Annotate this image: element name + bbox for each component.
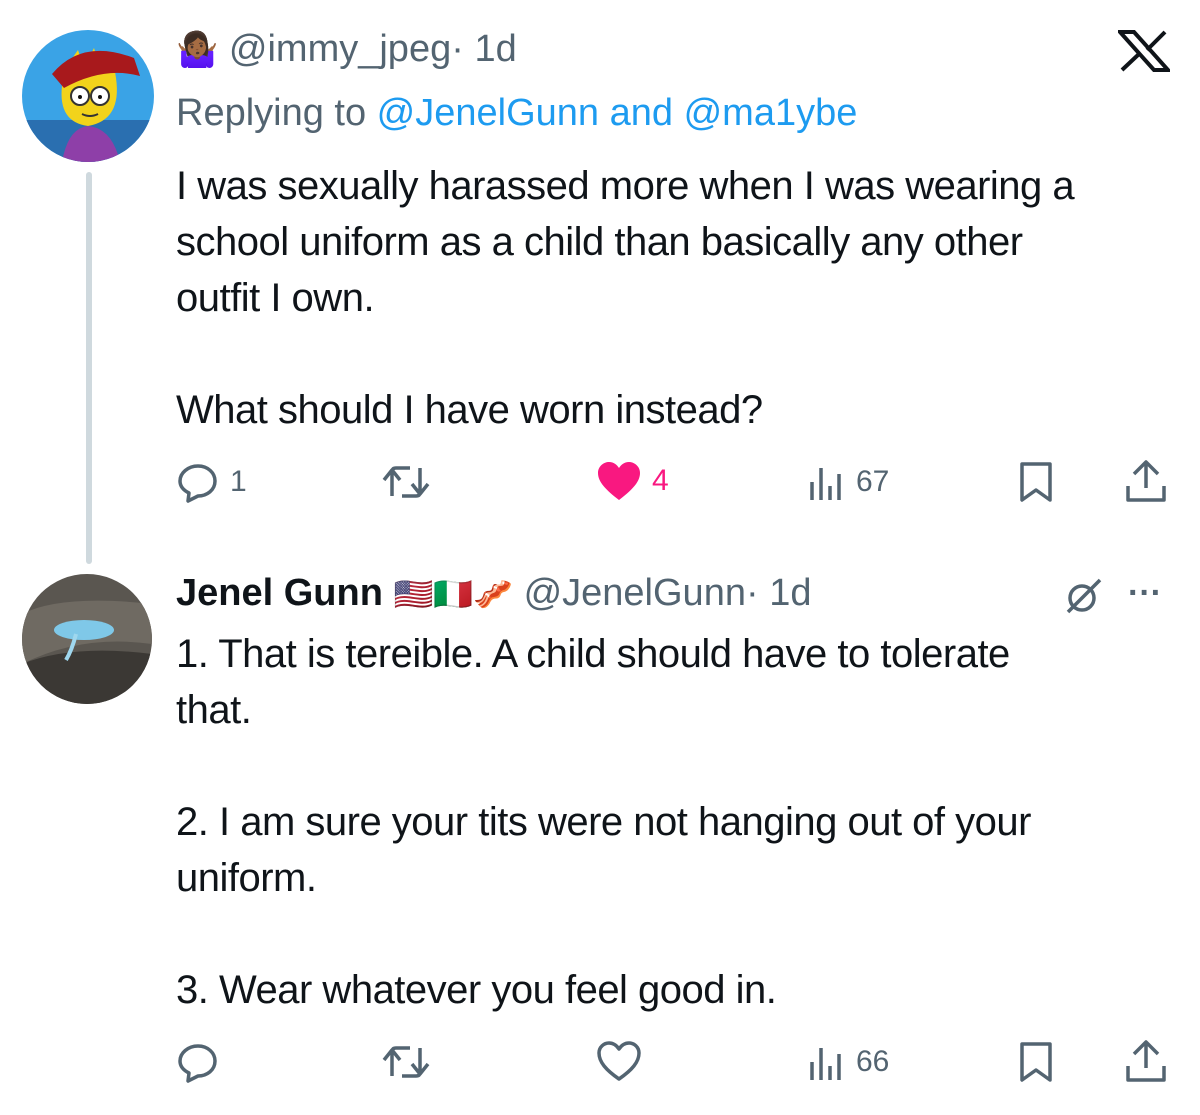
tweet2-text-line: 1. That is tereible. A child should have… bbox=[176, 632, 1010, 676]
views-button[interactable]: 67 bbox=[806, 462, 889, 502]
avatar-immy[interactable] bbox=[22, 30, 154, 162]
retweet-icon bbox=[382, 1046, 430, 1078]
tweet2-text-line: 2. I am sure your tits were not hanging … bbox=[176, 800, 1031, 844]
views-icon bbox=[810, 1048, 841, 1080]
share-icon bbox=[1126, 460, 1166, 502]
views-icon bbox=[810, 468, 841, 500]
tweet2-text-line: 3. Wear whatever you feel good in. bbox=[176, 968, 777, 1012]
share-icon bbox=[1126, 1040, 1166, 1082]
bookmark-button[interactable] bbox=[1016, 1040, 1056, 1084]
tweet2-author-name[interactable]: Jenel Gunn bbox=[176, 572, 383, 614]
tweet2-text-line: that. bbox=[176, 688, 252, 732]
tweet2-text-line: uniform. bbox=[176, 856, 317, 900]
like-button[interactable] bbox=[596, 1040, 642, 1082]
tweet2-separator: · bbox=[745, 572, 759, 614]
avatar-image bbox=[22, 30, 154, 162]
like-count: 4 bbox=[652, 464, 669, 497]
share-button[interactable] bbox=[1124, 458, 1168, 504]
tweet1-text-line: I was sexually harassed more when I was … bbox=[176, 164, 1075, 208]
views-button[interactable]: 66 bbox=[806, 1042, 889, 1082]
reply-mention-ma1ybe[interactable]: @ma1ybe bbox=[684, 92, 858, 134]
reply-icon bbox=[178, 464, 217, 503]
tweet1-time[interactable]: 1d bbox=[474, 28, 516, 70]
user-emoji: 🤷🏾‍♀️ bbox=[176, 31, 219, 69]
reply-and: and bbox=[599, 92, 684, 134]
share-button[interactable] bbox=[1124, 1038, 1168, 1084]
tweet2-header: Jenel Gunn 🇺🇸🇮🇹🥓 @JenelGunn· 1d bbox=[176, 572, 811, 615]
reply-button[interactable] bbox=[176, 1040, 220, 1084]
heart-icon bbox=[597, 1041, 641, 1081]
retweet-button[interactable] bbox=[380, 1042, 432, 1082]
tweet1-text-line: outfit I own. bbox=[176, 276, 375, 320]
tweet1-header: 🤷🏾‍♀️ @immy_jpeg· 1d bbox=[176, 28, 517, 71]
heart-icon bbox=[598, 462, 640, 500]
reply-mention-jenelgunn[interactable]: @JenelGunn bbox=[377, 92, 599, 134]
replying-prefix: Replying to bbox=[176, 92, 377, 134]
tweet2-time[interactable]: 1d bbox=[769, 572, 811, 614]
more-label: ··· bbox=[1128, 574, 1162, 612]
replying-to: Replying to @JenelGunn and @ma1ybe bbox=[176, 92, 857, 135]
x-logo-icon[interactable] bbox=[1118, 30, 1170, 72]
reply-button[interactable]: 1 bbox=[176, 460, 247, 504]
tweet1-text-line: school uniform as a child than basically… bbox=[176, 220, 1023, 264]
reply-count: 1 bbox=[230, 465, 247, 498]
more-options-button[interactable]: ··· bbox=[1128, 574, 1162, 613]
bookmark-button[interactable] bbox=[1016, 460, 1056, 504]
avatar-image bbox=[22, 574, 152, 704]
view-count: 67 bbox=[856, 465, 890, 498]
like-button[interactable]: 4 bbox=[596, 460, 669, 502]
view-count: 66 bbox=[856, 1045, 890, 1078]
reply-icon bbox=[178, 1044, 217, 1083]
avatar-jenel[interactable] bbox=[22, 574, 152, 704]
thread-line bbox=[86, 172, 92, 564]
retweet-icon bbox=[382, 466, 430, 498]
bookmark-icon bbox=[1020, 462, 1052, 502]
retweet-button[interactable] bbox=[380, 462, 432, 502]
bookmark-icon bbox=[1020, 1042, 1052, 1082]
tweet2-handle[interactable]: @JenelGunn bbox=[524, 572, 746, 614]
tweet1-handle[interactable]: @immy_jpeg bbox=[229, 28, 451, 70]
tweet1-text-line: What should I have worn instead? bbox=[176, 388, 763, 432]
grok-icon[interactable] bbox=[1064, 576, 1104, 616]
author-flags: 🇺🇸🇮🇹🥓 bbox=[393, 576, 514, 612]
tweet1-separator: · bbox=[451, 28, 464, 70]
